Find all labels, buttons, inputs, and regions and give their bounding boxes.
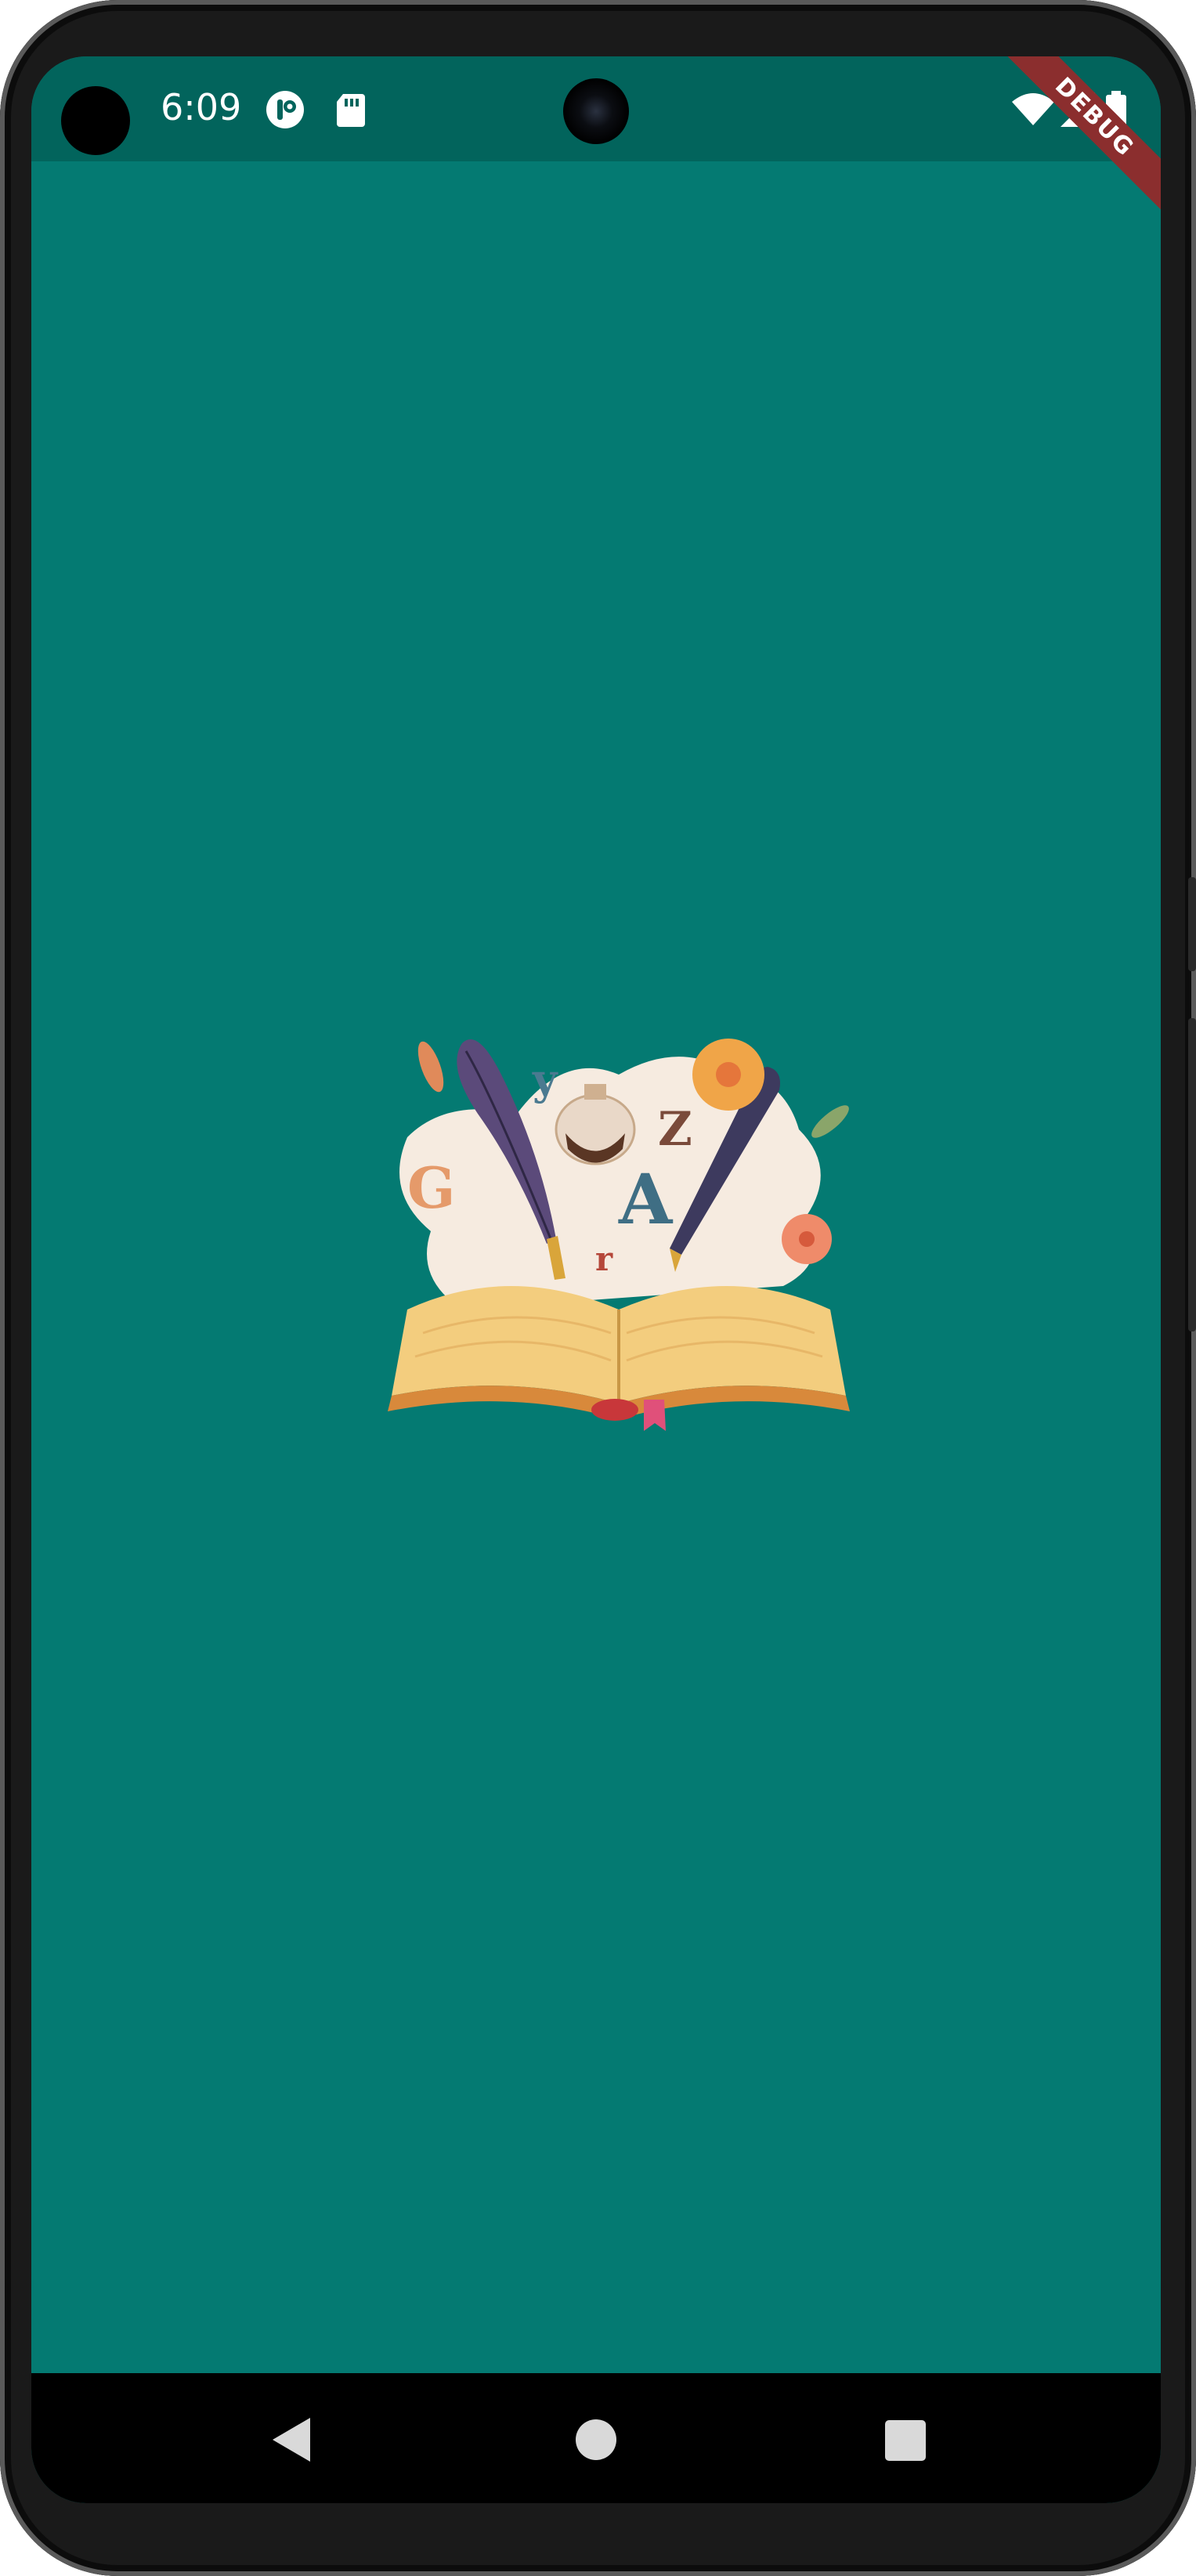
- navigation-bar: [31, 2373, 1161, 2503]
- status-time: 6:09: [161, 86, 242, 128]
- status-bar: 6:09 DEBUG: [31, 56, 1161, 230]
- recents-icon[interactable]: [869, 2404, 940, 2475]
- sd-card-icon: [337, 94, 365, 127]
- svg-text:G: G: [407, 1154, 456, 1221]
- svg-text:r: r: [595, 1240, 613, 1278]
- app-notification-icon: [266, 91, 304, 128]
- debug-banner: DEBUG: [981, 56, 1161, 230]
- svg-text:A: A: [618, 1158, 674, 1240]
- front-camera: [563, 78, 629, 144]
- svg-text:y: y: [532, 1054, 558, 1104]
- power-button: [1188, 877, 1196, 971]
- volume-button: [1188, 1018, 1196, 1331]
- phone-frame: 6:09 DEBUG G y Z A r: [0, 0, 1196, 2576]
- back-icon[interactable]: [258, 2404, 329, 2475]
- screen: 6:09 DEBUG G y Z A r: [31, 56, 1161, 2503]
- open-book-quill-pen-illustration: G y Z A r: [388, 1039, 850, 1431]
- svg-text:Z: Z: [658, 1102, 692, 1157]
- camera-cutout: [61, 86, 130, 155]
- home-icon[interactable]: [561, 2404, 631, 2475]
